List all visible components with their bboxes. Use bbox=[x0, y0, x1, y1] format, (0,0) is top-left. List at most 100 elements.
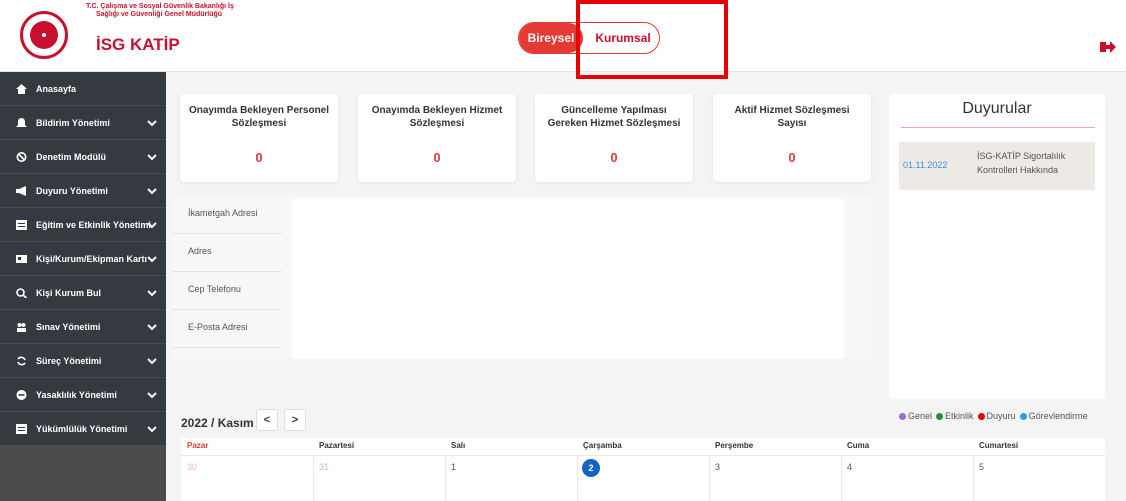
legend-dot-icon bbox=[1019, 413, 1027, 421]
calendar-next-button[interactable]: > bbox=[284, 409, 306, 431]
legend-label: Duyuru bbox=[986, 411, 1016, 421]
app-title: İSG KATİP bbox=[96, 35, 180, 54]
calendar-day-header: Perşembe bbox=[715, 441, 754, 450]
home-icon bbox=[16, 84, 27, 94]
sidebar-item-label: Yükümlülük Yönetimi bbox=[36, 424, 128, 434]
id-card-icon bbox=[16, 254, 27, 264]
card-title: Onayımda Bekleyen Personel Sözleşmesi bbox=[188, 105, 330, 129]
calendar-today-marker[interactable]: 2 bbox=[582, 459, 600, 477]
calendar-date[interactable]: 5 bbox=[979, 462, 984, 472]
profile-info-panel: İkametgah Adresi Adres Cep Telefonu E-Po… bbox=[172, 196, 872, 359]
chevron-down-icon bbox=[147, 187, 157, 195]
sync-icon bbox=[16, 356, 27, 366]
sidebar-item[interactable]: Yasaklılık Yönetimi bbox=[0, 378, 166, 412]
card-update-required: Güncelleme Yapılması Gereken Hizmet Sözl… bbox=[535, 94, 693, 182]
sidebar-item-label: Yasaklılık Yönetimi bbox=[36, 390, 117, 400]
sidebar-item-label: Denetim Modülü bbox=[36, 152, 106, 162]
calendar-column-divider bbox=[841, 455, 842, 501]
profile-row-address: Adres bbox=[172, 234, 282, 272]
bireysel-toggle-button[interactable]: Bireysel bbox=[519, 23, 583, 53]
profile-row-residence: İkametgah Adresi bbox=[172, 196, 282, 234]
chevron-down-icon bbox=[147, 221, 157, 229]
sidebar-item[interactable]: Anasayfa bbox=[0, 72, 166, 106]
calendar-column-divider bbox=[973, 455, 974, 501]
chevron-down-icon bbox=[147, 391, 157, 399]
sidebar-item-label: Kişi/Kurum/Ekipman Kartı bbox=[36, 254, 148, 264]
chevron-down-icon bbox=[147, 323, 157, 331]
calendar-date[interactable]: 1 bbox=[451, 462, 456, 472]
legend-dot-icon bbox=[977, 413, 985, 421]
calendar-legend: Genel Etkinlik Duyuru Görevlendirme bbox=[899, 411, 1092, 423]
ministry-logo bbox=[20, 11, 68, 59]
card-title: Güncelleme Yapılması Gereken Hizmet Sözl… bbox=[547, 105, 681, 129]
announcement-date: 01.11.2022 bbox=[903, 160, 948, 170]
calendar-day-header: Çarşamba bbox=[583, 441, 622, 450]
announcements-panel: Duyurular 01.11.2022 İSG-KATİP Sigortalı… bbox=[889, 94, 1105, 399]
card-personel-contract: Onayımda Bekleyen Personel Sözleşmesi 0 bbox=[180, 94, 338, 182]
profile-row-email: E-Posta Adresi bbox=[172, 310, 282, 348]
chevron-down-icon bbox=[147, 255, 157, 263]
calendar-column-divider bbox=[577, 455, 578, 501]
ministry-name-line1: T.C. Çalışma ve Sosyal Güvenlik Bakanlığ… bbox=[86, 3, 234, 10]
calendar-column-divider bbox=[445, 455, 446, 501]
search-plus-icon bbox=[16, 288, 28, 299]
sidebar-item[interactable]: Bildirim Yönetimi bbox=[0, 106, 166, 140]
sidebar-item-label: Anasayfa bbox=[36, 84, 77, 94]
minus-circle-icon bbox=[16, 390, 27, 400]
sidebar-item-label: Sınav Yönetimi bbox=[36, 322, 101, 332]
top-header: T.C. Çalışma ve Sosyal Güvenlik Bakanlığ… bbox=[0, 0, 1126, 79]
highlight-annotation-box bbox=[576, 0, 728, 79]
sidebar-item[interactable]: Sınav Yönetimi bbox=[0, 310, 166, 344]
sign-out-icon[interactable] bbox=[1100, 40, 1116, 54]
calendar-date[interactable]: 31 bbox=[319, 462, 329, 472]
legend-item: Genel bbox=[899, 411, 932, 421]
legend-item: Etkinlik bbox=[936, 411, 974, 421]
card-active-contracts: Aktif Hizmet Sözleşmesi Sayısı 0 bbox=[713, 94, 871, 182]
calendar-day-header: Pazartesi bbox=[319, 441, 355, 450]
sidebar-item[interactable]: Süreç Yönetimi bbox=[0, 344, 166, 378]
profile-row-phone: Cep Telefonu bbox=[172, 272, 282, 310]
calendar-column-divider bbox=[313, 455, 314, 501]
card-value: 0 bbox=[433, 150, 441, 165]
card-title: Aktif Hizmet Sözleşmesi Sayısı bbox=[734, 105, 850, 129]
announcements-title: Duyurular bbox=[962, 100, 1032, 117]
sidebar-item-label: Kişi Kurum Bul bbox=[36, 288, 102, 298]
ban-icon bbox=[16, 152, 27, 162]
chevron-down-icon bbox=[147, 153, 157, 161]
legend-label: Etkinlik bbox=[945, 411, 974, 421]
calendar-date[interactable]: 4 bbox=[847, 462, 852, 472]
calendar-day-header: Cuma bbox=[847, 441, 870, 450]
card-value: 0 bbox=[788, 150, 796, 165]
calendar-day-header: Cumartesi bbox=[979, 441, 1019, 450]
sidebar-item[interactable]: Duyuru Yönetimi bbox=[0, 174, 166, 208]
sidebar-item-label: Bildirim Yönetimi bbox=[36, 118, 110, 128]
announcements-divider bbox=[901, 127, 1095, 128]
legend-label: Görevlendirme bbox=[1028, 411, 1088, 421]
announcement-item[interactable]: 01.11.2022 İSG-KATİP Sigortalılık Kontro… bbox=[899, 142, 1095, 190]
calendar-day-header: Salı bbox=[451, 441, 466, 450]
legend-label: Genel bbox=[908, 411, 933, 421]
announcement-text[interactable]: İSG-KATİP Sigortalılık Kontrolleri Hakkı… bbox=[977, 149, 1087, 177]
users-icon bbox=[16, 322, 27, 332]
legend-dot-icon bbox=[899, 413, 906, 421]
calendar-date[interactable]: 3 bbox=[715, 462, 720, 472]
sidebar-item[interactable]: Yükümlülük Yönetimi bbox=[0, 412, 166, 446]
sidebar: Anasayfa Bildirim Yönetimi Denetim Modülü D… bbox=[0, 72, 166, 501]
calendar-prev-button[interactable]: < bbox=[256, 409, 278, 431]
card-title: Onayımda Bekleyen Hizmet Sözleşmesi bbox=[371, 105, 503, 129]
profile-values-area bbox=[292, 199, 844, 359]
sidebar-item[interactable]: Eğitim ve Etkinlik Yönetimi bbox=[0, 208, 166, 242]
profile-label: E-Posta Adresi bbox=[188, 322, 248, 332]
legend-item: Görevlendirme bbox=[1019, 411, 1088, 421]
calendar-date[interactable]: 30 bbox=[187, 462, 197, 472]
sidebar-item[interactable]: Kişi Kurum Bul bbox=[0, 276, 166, 310]
sidebar-item[interactable]: Denetim Modülü bbox=[0, 140, 166, 174]
profile-label: Adres bbox=[188, 246, 212, 256]
profile-label: İkametgah Adresi bbox=[188, 208, 258, 218]
sidebar-item[interactable]: Kişi/Kurum/Ekipman Kartı bbox=[0, 242, 166, 276]
chevron-down-icon bbox=[147, 357, 157, 365]
legend-dot-icon bbox=[936, 413, 944, 421]
calendar-column-divider bbox=[709, 455, 710, 501]
legend-item: Duyuru bbox=[977, 411, 1016, 421]
calendar-title: 2022 / Kasım bbox=[181, 416, 254, 430]
